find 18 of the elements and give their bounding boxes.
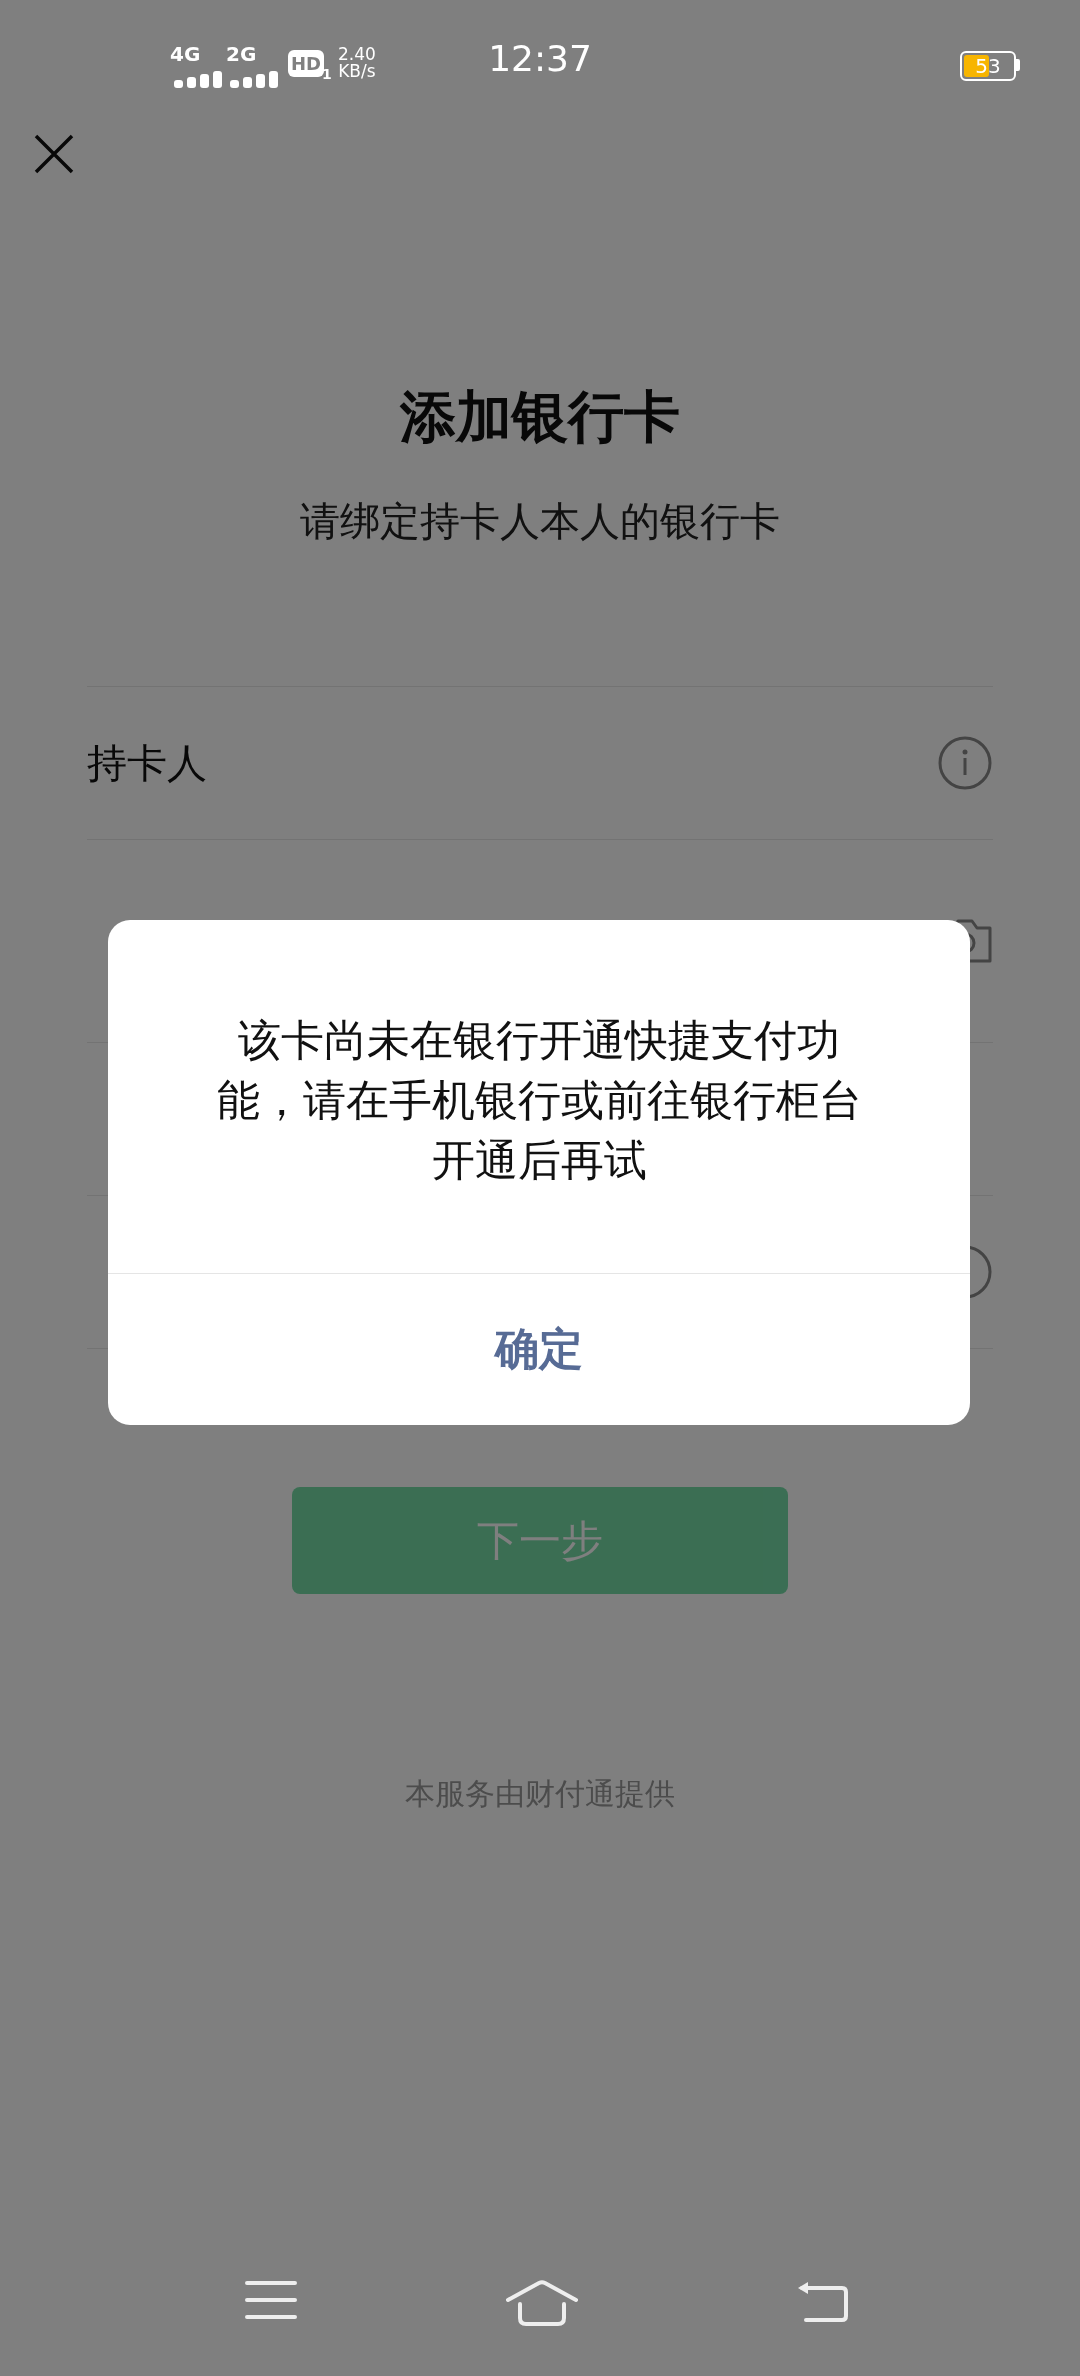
confirm-button[interactable]: 确定 [108,1274,970,1425]
battery-icon: 53 [960,51,1016,81]
network-type: 2G [226,44,257,64]
hd-badge: HD [288,50,324,77]
page-subtitle: 请绑定持卡人本人的银行卡 [300,497,780,546]
field-label: 持卡人 [87,738,207,788]
sim-number: 1 [322,66,332,82]
page-title: 添加银行卡 [400,383,680,451]
info-icon[interactable] [937,735,993,791]
home-icon[interactable] [506,2280,578,2326]
close-icon[interactable] [34,134,74,174]
dialog-message: 该卡尚未在银行开通快捷支付功能，请在手机银行或前往银行柜台开通后再试 [108,920,970,1274]
back-icon[interactable] [796,2280,850,2324]
speed-unit: KB/s [338,63,376,80]
network-speed: 2.40 [338,46,376,63]
network-type: 4G [170,44,201,64]
menu-icon[interactable] [245,2280,297,2320]
clock: 12:37 [488,38,592,79]
